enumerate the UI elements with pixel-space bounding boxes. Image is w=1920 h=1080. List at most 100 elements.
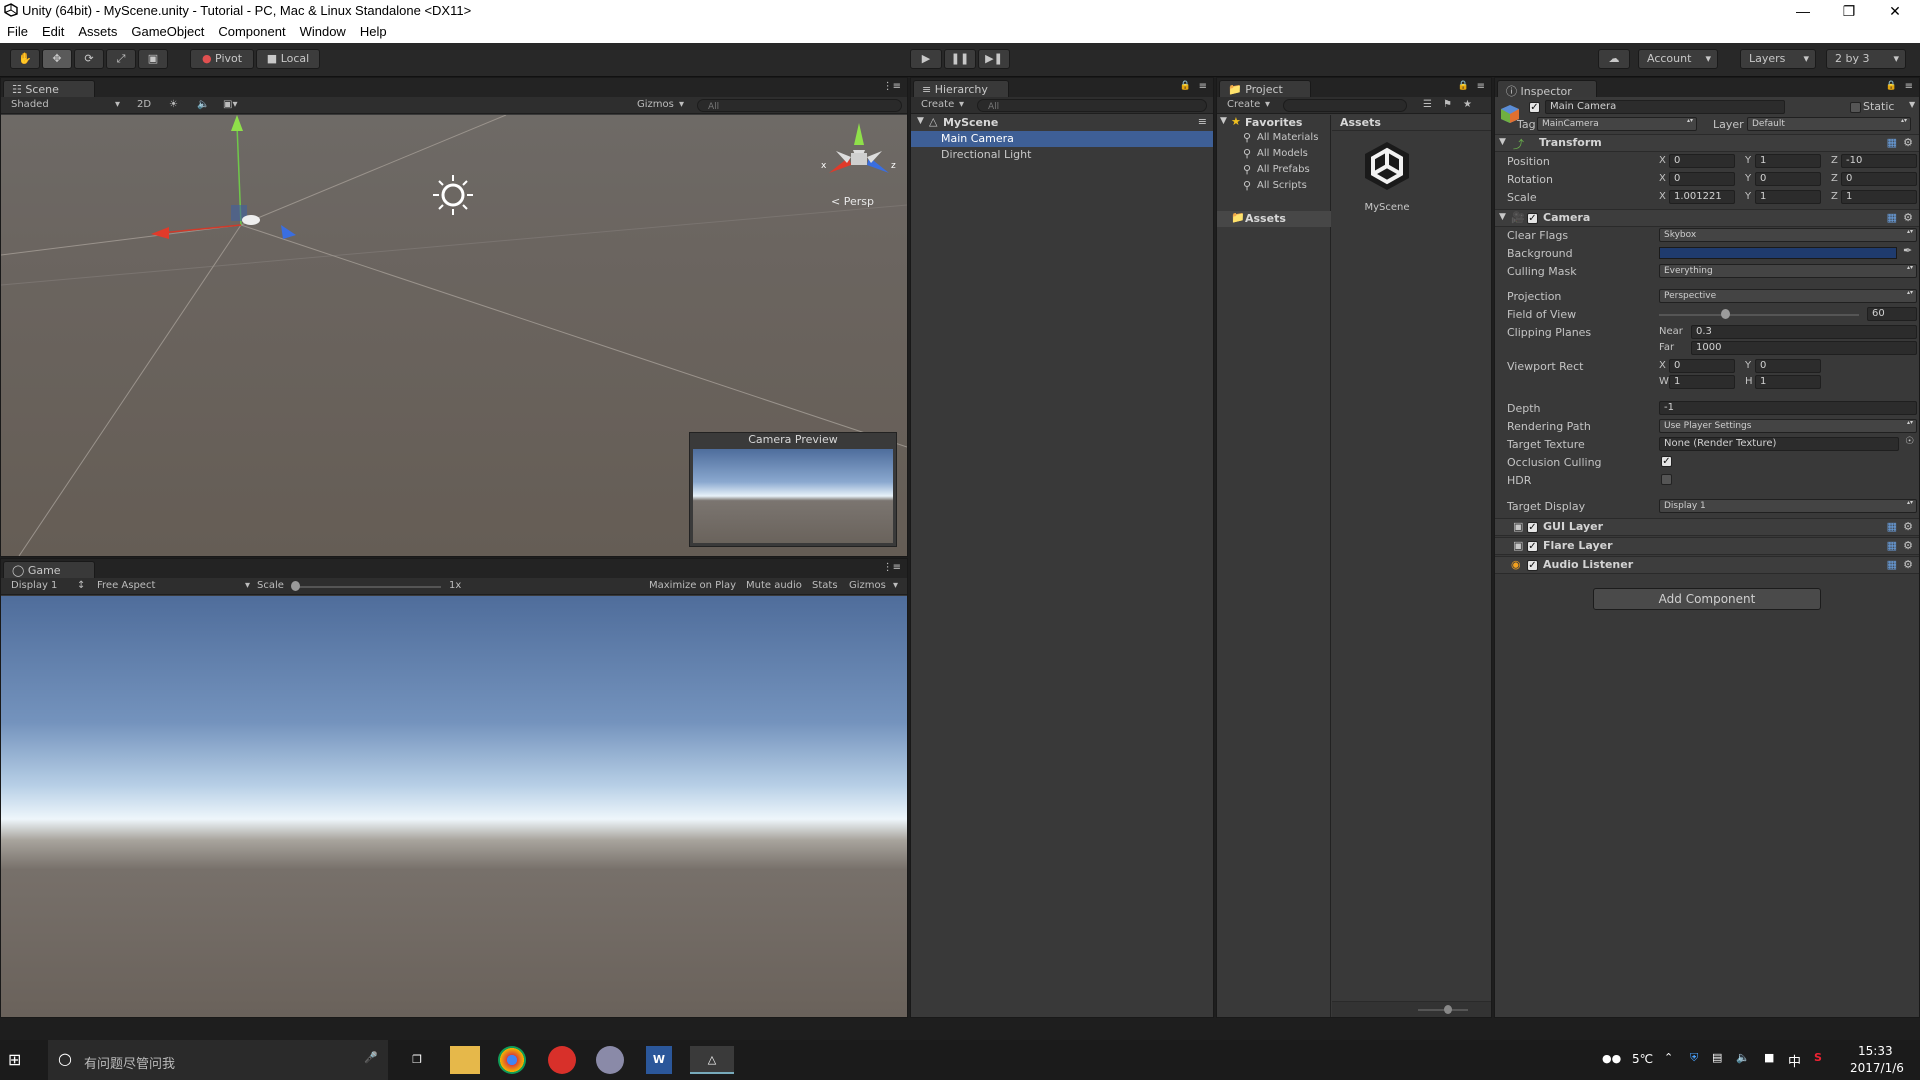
filter-label-icon[interactable]: ⚑	[1443, 99, 1452, 110]
favorite-item[interactable]: ⚲ All Scripts	[1217, 179, 1331, 195]
clear-flags-dropdown[interactable]: Skybox	[1659, 228, 1917, 242]
sogou-ime-icon[interactable]: S	[1814, 1051, 1822, 1064]
layout-dropdown[interactable]: 2 by 3 ▾	[1826, 49, 1906, 69]
position-z-field[interactable]: -10	[1841, 154, 1917, 168]
menu-component[interactable]: Component	[211, 22, 292, 39]
static-checkbox[interactable]	[1850, 102, 1861, 113]
stats-toggle[interactable]: Stats	[812, 580, 838, 591]
filter-type-icon[interactable]: ☰	[1423, 99, 1432, 110]
minimize-button[interactable]: —	[1780, 0, 1826, 22]
assets-folder-row[interactable]: 📁 Assets	[1217, 211, 1331, 227]
mute-audio-toggle[interactable]: Mute audio	[746, 580, 802, 591]
clock-time[interactable]: 15:33	[1858, 1044, 1893, 1058]
ime-indicator[interactable]: 中	[1788, 1051, 1801, 1070]
position-y-field[interactable]: 1	[1755, 154, 1821, 168]
favorite-item[interactable]: ⚲ All Models	[1217, 147, 1331, 163]
hierarchy-item-directional-light[interactable]: Directional Light	[911, 147, 1213, 163]
object-active-checkbox[interactable]: ✓	[1529, 102, 1540, 113]
layer-dropdown[interactable]: Default	[1747, 117, 1911, 131]
panel-menu-icon[interactable]: ≡	[1905, 81, 1913, 92]
scale-y-field[interactable]: 1	[1755, 190, 1821, 204]
help-icon[interactable]: ▦	[1887, 539, 1897, 552]
favorites-row[interactable]: ▼ ★ Favorites	[1217, 115, 1331, 131]
flare-layer-header[interactable]: ▣ ✓ Flare Layer ▦ ⚙	[1495, 537, 1919, 555]
file-explorer-icon[interactable]	[450, 1046, 480, 1074]
menu-window[interactable]: Window	[293, 22, 353, 39]
x-axis-handle[interactable]	[160, 224, 242, 234]
display-dropdown[interactable]: Display 1	[11, 580, 57, 591]
pause-button[interactable]: ❚❚	[944, 49, 976, 69]
hierarchy-item-main-camera[interactable]: Main Camera	[911, 131, 1213, 147]
rotation-x-field[interactable]: 0	[1669, 172, 1735, 186]
fov-slider-thumb[interactable]	[1721, 309, 1730, 319]
app-icon[interactable]	[596, 1046, 624, 1074]
maximize-on-play-toggle[interactable]: Maximize on Play	[649, 580, 736, 591]
lock-icon[interactable]: 🔒	[1886, 81, 1897, 91]
occlusion-culling-checkbox[interactable]: ✓	[1661, 456, 1672, 467]
gear-icon[interactable]: ⚙	[1903, 539, 1913, 552]
scale-x-field[interactable]: 1.001221	[1669, 190, 1735, 204]
lighting-toggle-icon[interactable]: ☀	[169, 99, 178, 110]
add-component-button[interactable]: Add Component	[1593, 588, 1821, 610]
viewport-y-field[interactable]: 0	[1755, 359, 1821, 373]
hand-tool-button[interactable]: ✋	[10, 49, 40, 69]
action-center-icon[interactable]: ■	[1764, 1051, 1774, 1064]
scene-menu-icon[interactable]: ≡	[1198, 115, 1207, 128]
camera-enabled-checkbox[interactable]: ✓	[1527, 213, 1538, 224]
close-button[interactable]: ✕	[1872, 0, 1918, 22]
viewport-w-field[interactable]: 1	[1669, 375, 1735, 389]
help-icon[interactable]: ▦	[1887, 520, 1897, 533]
gui-layer-header[interactable]: ▣ ✓ GUI Layer ▦ ⚙	[1495, 518, 1919, 536]
z-arrow-icon[interactable]	[281, 225, 296, 239]
tab-project[interactable]: 📁 Project	[1219, 80, 1311, 97]
taskbar-search-box[interactable]: ○ 有问题尽管问我 🎤	[48, 1040, 388, 1080]
tab-hierarchy[interactable]: ≡ Hierarchy	[913, 80, 1009, 97]
menu-gameobject[interactable]: GameObject	[124, 22, 211, 39]
audio-listener-checkbox[interactable]: ✓	[1527, 560, 1538, 571]
menu-assets[interactable]: Assets	[71, 22, 124, 39]
target-display-dropdown[interactable]: Display 1	[1659, 499, 1917, 513]
favorite-star-icon[interactable]: ★	[1463, 99, 1472, 110]
object-picker-icon[interactable]: ☉	[1905, 436, 1914, 447]
network-icon[interactable]: ▤	[1712, 1051, 1722, 1064]
menu-help[interactable]: Help	[353, 22, 394, 39]
directional-light-icon[interactable]	[441, 183, 465, 207]
play-button[interactable]: ▶	[910, 49, 942, 69]
project-create-button[interactable]: Create	[1227, 99, 1260, 110]
viewport-h-field[interactable]: 1	[1755, 375, 1821, 389]
chevron-down-icon[interactable]: ▼	[1909, 100, 1915, 109]
eyedropper-icon[interactable]: ✒	[1903, 244, 1912, 257]
depth-field[interactable]: -1	[1659, 401, 1917, 415]
pivot-toggle[interactable]: ● Pivot	[190, 49, 254, 69]
scene-viewport[interactable]: x z < Persp Camera Preview	[1, 115, 907, 556]
chevron-up-icon[interactable]: ⌃	[1664, 1051, 1673, 1064]
task-view-icon[interactable]: ❐	[402, 1046, 432, 1074]
panel-menu-icon[interactable]: ≡	[1477, 81, 1485, 92]
fov-field[interactable]: 60	[1867, 307, 1917, 321]
menu-edit[interactable]: Edit	[35, 22, 71, 39]
chevron-down-icon[interactable]: ▼	[917, 116, 924, 126]
panel-menu-icon[interactable]: ⋮≡	[883, 81, 901, 92]
tab-scene[interactable]: ☷ Scene	[3, 80, 95, 97]
account-dropdown[interactable]: Account ▾	[1638, 49, 1718, 69]
local-toggle[interactable]: ■ Local	[256, 49, 320, 69]
tab-inspector[interactable]: ⓘ Inspector	[1497, 80, 1597, 98]
chevron-down-icon[interactable]: ▼	[1499, 137, 1506, 147]
chevron-down-icon[interactable]: ▼	[1220, 116, 1227, 126]
asset-size-slider[interactable]	[1418, 1009, 1468, 1011]
maximize-button[interactable]: ❐	[1826, 0, 1872, 22]
x-arrow-icon[interactable]	[151, 227, 169, 239]
fov-slider[interactable]	[1659, 314, 1859, 316]
audio-toggle-icon[interactable]: 🔈	[197, 99, 209, 110]
rendering-path-dropdown[interactable]: Use Player Settings	[1659, 419, 1917, 433]
gear-icon[interactable]: ⚙	[1903, 520, 1913, 533]
step-button[interactable]: ▶❚	[978, 49, 1010, 69]
lock-icon[interactable]: 🔒	[1180, 81, 1191, 91]
layers-dropdown[interactable]: Layers ▾	[1740, 49, 1816, 69]
scale-tool-button[interactable]: ⤢	[106, 49, 136, 69]
projection-dropdown[interactable]: Perspective	[1659, 289, 1917, 303]
rotation-y-field[interactable]: 0	[1755, 172, 1821, 186]
network-dots-icon[interactable]: ●●	[1602, 1052, 1621, 1065]
background-color-field[interactable]	[1659, 247, 1897, 259]
windows-start-icon[interactable]: ⊞	[8, 1050, 38, 1070]
